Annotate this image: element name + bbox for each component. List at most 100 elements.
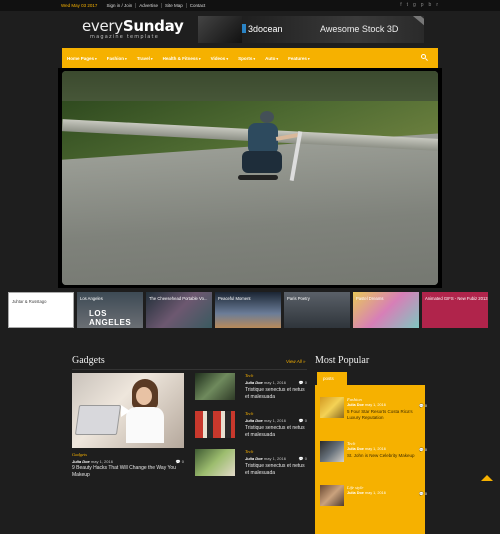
contact-link[interactable]: Contact <box>185 3 209 8</box>
popular-item-category[interactable]: Life style <box>347 485 363 490</box>
feature-headline[interactable]: 9 Beauty Hacks That Will Change the Way … <box>72 465 184 478</box>
content-area: Gadgets View All » Gadgets Julia Doe may… <box>0 338 500 534</box>
popular-item-thumb[interactable] <box>320 441 344 462</box>
nav-item-label: Sports <box>238 55 253 61</box>
strip-thumb[interactable]: Pastel Dreams <box>353 292 419 328</box>
side-post-category[interactable]: Tech <box>245 373 253 378</box>
popular-item-headline[interactable]: St. John is New Celebrity Makeup <box>347 453 423 459</box>
header-ad-banner[interactable]: 3docean Awesome Stock 3D <box>198 16 424 43</box>
chevron-down-icon: ▾ <box>226 56 229 61</box>
popular-item-meta: Julia Doe may 1, 2016 💬 0 <box>347 491 427 496</box>
behance-icon[interactable]: b <box>429 2 432 8</box>
banner-corner-ribbon <box>411 16 424 28</box>
back-to-top-icon[interactable] <box>481 475 493 481</box>
author-name[interactable]: Julia Doe <box>347 491 364 495</box>
comment-count[interactable]: 💬 0 <box>299 418 307 423</box>
nav-item-home-pages[interactable]: Home Pages▾ <box>62 56 102 61</box>
nav-item-health-fitness[interactable]: Health & Fitness▾ <box>158 56 206 61</box>
side-post-thumb[interactable] <box>195 411 235 438</box>
popular-item-meta: Julia Doe may 1, 2016 💬 0 <box>347 447 427 452</box>
play-icon[interactable] <box>121 405 130 417</box>
author-name[interactable]: Julia Doe <box>347 403 364 407</box>
google-plus-icon[interactable]: g <box>413 2 416 8</box>
nav-item-label: Features <box>288 55 307 61</box>
comment-number: 0 <box>304 456 307 461</box>
video-frame <box>62 71 438 285</box>
advertise-link[interactable]: Advertise <box>135 3 161 8</box>
side-post-headline[interactable]: Tristique senectus et netus et malesuada <box>245 463 307 476</box>
comment-count[interactable]: 💬 0 <box>299 456 307 461</box>
nav-item-auto[interactable]: Auto▾ <box>260 56 283 61</box>
strip-thumb[interactable]: Los Angeles LOS ANGELES <box>77 292 143 328</box>
strip-thumb[interactable]: Peaceful Moment <box>215 292 281 328</box>
popular-tabs: posts <box>315 372 425 385</box>
side-post-thumb[interactable] <box>195 373 235 400</box>
strip-thumb[interactable]: The Cheesehead Portable Vo... <box>146 292 212 328</box>
comment-count[interactable]: 💬 0 <box>419 403 427 408</box>
comment-count[interactable]: 💬 0 <box>419 491 427 496</box>
popular-item-category[interactable]: Fashion <box>347 397 362 402</box>
facebook-icon[interactable]: f <box>400 2 401 8</box>
comment-count[interactable]: 💬 0 <box>299 380 307 385</box>
comment-count[interactable]: 💬 0 <box>419 447 427 452</box>
post-date: may 1, 2016 <box>263 418 286 423</box>
nav-item-label: Home Pages <box>67 55 95 61</box>
main-nav: Home Pages▾ Fashion▾ Travel▾ Health & Fi… <box>62 48 438 68</box>
nav-item-features[interactable]: Features▾ <box>283 56 315 61</box>
video-thumbnail-strip: Juhtar & Russtago Los Angeles LOS ANGELES… <box>8 292 488 330</box>
side-post-headline[interactable]: Tristique senectus et netus et malesuada <box>245 425 307 438</box>
site-logo[interactable]: everySunday magazine template <box>82 19 184 41</box>
strip-thumb[interactable]: Juhtar & Russtago <box>8 292 74 328</box>
site-map-link[interactable]: Site Map <box>160 3 186 8</box>
post-date: may 1, 2016 <box>90 459 113 464</box>
nav-item-fashion[interactable]: Fashion▾ <box>102 56 132 61</box>
nav-item-label: Videos <box>210 55 226 61</box>
side-post-meta: Julia Doe may 1, 2016 💬 0 <box>245 418 307 423</box>
popular-item-headline[interactable]: 5 Four Star Resorts Costa Rica's Luxury … <box>347 409 423 420</box>
twitter-icon[interactable]: t <box>407 2 408 8</box>
pinterest-icon[interactable]: p <box>421 2 424 8</box>
rss-icon[interactable]: r <box>436 2 438 8</box>
strip-thumb[interactable]: Paris Poetry <box>284 292 350 328</box>
popular-item[interactable]: Fashion Julia Doe may 1, 2016 💬 0 5 Four… <box>320 397 427 422</box>
comment-icon: 💬 <box>419 448 424 452</box>
comment-icon: 💬 <box>419 492 424 496</box>
strip-thumb-label: Animated GIFS - New Fubiz 2013 <box>425 296 488 301</box>
gadgets-feature-image[interactable] <box>72 373 184 448</box>
popular-item[interactable]: Tech Julia Doe may 1, 2016 💬 0 St. John … <box>320 441 427 466</box>
laptop-image <box>74 405 122 435</box>
feature-category[interactable]: Gadgets <box>72 452 87 457</box>
comment-number: 0 <box>181 459 184 464</box>
side-post-headline[interactable]: Tristique senectus et netus et malesuada <box>245 387 307 400</box>
side-post-category[interactable]: Tech <box>245 411 253 416</box>
popular-item-meta: Julia Doe may 1, 2016 💬 0 <box>347 403 427 408</box>
popular-item[interactable]: Life style Julia Doe may 1, 2016 💬 0 <box>320 485 427 510</box>
side-post-thumb[interactable] <box>195 449 235 476</box>
author-name[interactable]: Julia Doe <box>245 380 263 385</box>
search-icon[interactable] <box>421 54 428 61</box>
comment-count[interactable]: 💬 0 <box>176 459 184 464</box>
author-name[interactable]: Julia Doe <box>245 418 263 423</box>
comment-icon: 💬 <box>419 404 424 408</box>
side-post-category[interactable]: Tech <box>245 449 253 454</box>
popular-item-thumb[interactable] <box>320 485 344 506</box>
strip-thumb-label: Paris Poetry <box>287 296 310 301</box>
nav-item-travel[interactable]: Travel▾ <box>132 56 158 61</box>
featured-video-player[interactable] <box>58 68 442 288</box>
author-name[interactable]: Julia Doe <box>72 459 90 464</box>
author-name[interactable]: Julia Doe <box>245 456 263 461</box>
sign-in-link[interactable]: Sign in / Join <box>103 3 135 8</box>
strip-thumb[interactable]: Animated GIFS - New Fubiz 2013 <box>422 292 488 328</box>
popular-item-category[interactable]: Tech <box>347 441 355 446</box>
author-name[interactable]: Julia Doe <box>347 447 364 451</box>
view-all-link[interactable]: View All » <box>286 359 306 364</box>
chevron-down-icon: ▾ <box>307 56 310 61</box>
woman-image <box>126 379 166 443</box>
popular-item-thumb[interactable] <box>320 397 344 418</box>
nav-item-videos[interactable]: Videos▾ <box>206 56 233 61</box>
tab-posts[interactable]: posts <box>317 372 347 385</box>
comment-icon: 💬 <box>298 380 304 385</box>
comment-number: 0 <box>424 448 427 452</box>
chevron-down-icon: ▾ <box>95 56 97 61</box>
nav-item-sports[interactable]: Sports▾ <box>233 56 260 61</box>
